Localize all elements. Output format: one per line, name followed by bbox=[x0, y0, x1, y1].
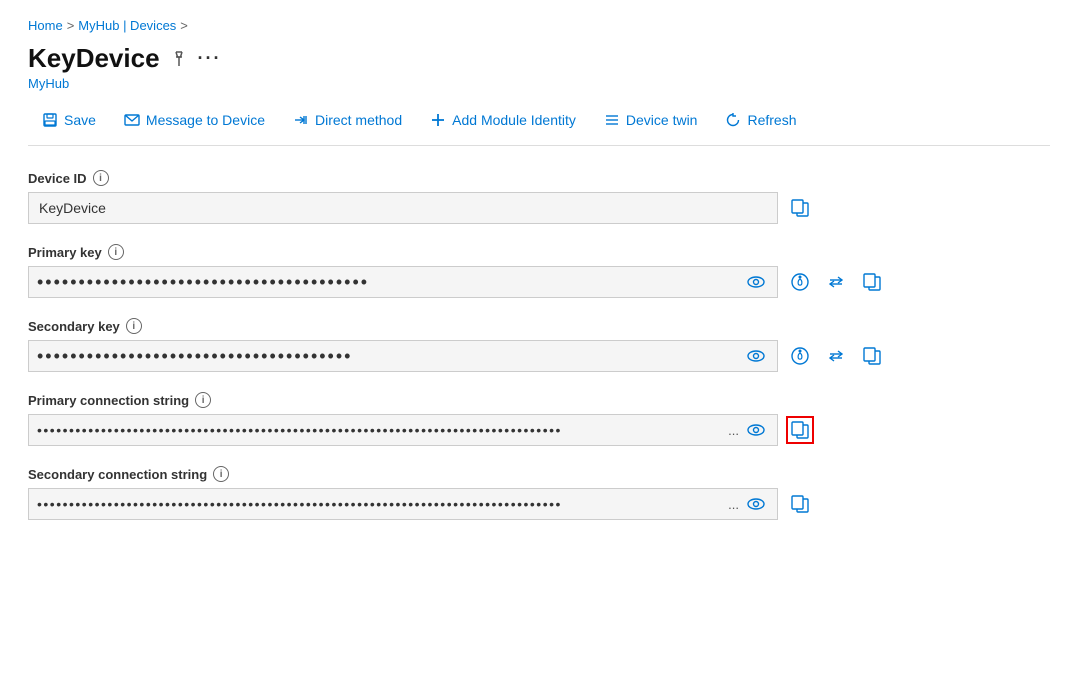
secondary-conn-eye-icon[interactable] bbox=[743, 495, 769, 513]
secondary-conn-row: ••••••••••••••••••••••••••••••••••••••••… bbox=[28, 488, 988, 520]
primary-key-label: Primary key i bbox=[28, 244, 988, 260]
copy-icon bbox=[790, 198, 810, 218]
primary-conn-group: Primary connection string i ••••••••••••… bbox=[28, 392, 988, 446]
primary-conn-label: Primary connection string i bbox=[28, 392, 988, 408]
secondary-conn-label: Secondary connection string i bbox=[28, 466, 988, 482]
secondary-key-group: Secondary key i ••••••••••••••••••••••••… bbox=[28, 318, 988, 372]
secondary-conn-info-icon[interactable]: i bbox=[213, 466, 229, 482]
device-id-label: Device ID i bbox=[28, 170, 988, 186]
primary-conn-info-icon[interactable]: i bbox=[195, 392, 211, 408]
secondary-key-copy-button[interactable] bbox=[858, 342, 886, 370]
primary-key-copy-button[interactable] bbox=[858, 268, 886, 296]
secondary-key-generate-button[interactable] bbox=[786, 342, 814, 370]
primary-key-row: •••••••••••••••••••••••••••••••••••••••• bbox=[28, 266, 988, 298]
generate-icon bbox=[790, 346, 810, 366]
save-button[interactable]: Save bbox=[28, 105, 110, 135]
copy-icon bbox=[790, 494, 810, 514]
refresh-label: Refresh bbox=[747, 112, 796, 128]
secondary-key-dots: •••••••••••••••••••••••••••••••••••••• bbox=[37, 346, 743, 367]
secondary-conn-group: Secondary connection string i ••••••••••… bbox=[28, 466, 988, 520]
primary-key-eye-icon[interactable] bbox=[743, 273, 769, 291]
secondary-key-input: •••••••••••••••••••••••••••••••••••••• bbox=[28, 340, 778, 372]
form-section: Device ID i KeyDevice Primary key i bbox=[28, 170, 988, 520]
page-title-row: KeyDevice ··· bbox=[28, 43, 1050, 74]
page-subtitle: MyHub bbox=[28, 76, 1050, 91]
direct-method-icon bbox=[293, 111, 309, 129]
primary-conn-dots: ••••••••••••••••••••••••••••••••••••••••… bbox=[37, 422, 728, 438]
message-icon bbox=[124, 111, 140, 129]
add-module-button[interactable]: Add Module Identity bbox=[416, 105, 590, 135]
refresh-icon bbox=[725, 111, 741, 129]
breadcrumb-home[interactable]: Home bbox=[28, 18, 63, 33]
swap-icon bbox=[826, 346, 846, 366]
device-id-copy-button[interactable] bbox=[786, 194, 814, 222]
breadcrumb: Home > MyHub | Devices > bbox=[28, 18, 1050, 33]
copy-icon bbox=[862, 272, 882, 292]
breadcrumb-sep1: > bbox=[67, 18, 75, 33]
add-module-label: Add Module Identity bbox=[452, 112, 576, 128]
breadcrumb-hub[interactable]: MyHub | Devices bbox=[78, 18, 176, 33]
primary-conn-ellipsis: ... bbox=[728, 423, 739, 438]
copy-icon bbox=[790, 420, 810, 440]
secondary-key-info-icon[interactable]: i bbox=[126, 318, 142, 334]
page-container: Home > MyHub | Devices > KeyDevice ··· M… bbox=[0, 0, 1078, 568]
secondary-conn-dots: ••••••••••••••••••••••••••••••••••••••••… bbox=[37, 496, 728, 512]
secondary-key-row: •••••••••••••••••••••••••••••••••••••• bbox=[28, 340, 988, 372]
direct-method-button[interactable]: Direct method bbox=[279, 105, 416, 135]
message-button[interactable]: Message to Device bbox=[110, 105, 279, 135]
secondary-key-eye-icon[interactable] bbox=[743, 347, 769, 365]
secondary-key-swap-button[interactable] bbox=[822, 342, 850, 370]
device-id-info-icon[interactable]: i bbox=[93, 170, 109, 186]
primary-key-group: Primary key i ••••••••••••••••••••••••••… bbox=[28, 244, 988, 298]
device-twin-button[interactable]: Device twin bbox=[590, 105, 712, 135]
swap-icon bbox=[826, 272, 846, 292]
primary-key-input: •••••••••••••••••••••••••••••••••••••••• bbox=[28, 266, 778, 298]
direct-method-label: Direct method bbox=[315, 112, 402, 128]
pin-icon[interactable] bbox=[170, 48, 188, 69]
refresh-button[interactable]: Refresh bbox=[711, 105, 810, 135]
primary-key-dots: •••••••••••••••••••••••••••••••••••••••• bbox=[37, 272, 743, 293]
page-title: KeyDevice bbox=[28, 43, 160, 74]
primary-key-info-icon[interactable]: i bbox=[108, 244, 124, 260]
primary-conn-input: ••••••••••••••••••••••••••••••••••••••••… bbox=[28, 414, 778, 446]
breadcrumb-sep2: > bbox=[180, 18, 188, 33]
device-id-input: KeyDevice bbox=[28, 192, 778, 224]
primary-key-generate-button[interactable] bbox=[786, 268, 814, 296]
more-icon[interactable]: ··· bbox=[198, 48, 222, 69]
secondary-conn-copy-button[interactable] bbox=[786, 490, 814, 518]
device-id-row: KeyDevice bbox=[28, 192, 988, 224]
primary-key-swap-button[interactable] bbox=[822, 268, 850, 296]
save-label: Save bbox=[64, 112, 96, 128]
secondary-conn-input: ••••••••••••••••••••••••••••••••••••••••… bbox=[28, 488, 778, 520]
copy-icon bbox=[862, 346, 882, 366]
device-twin-label: Device twin bbox=[626, 112, 698, 128]
primary-conn-eye-icon[interactable] bbox=[743, 421, 769, 439]
message-label: Message to Device bbox=[146, 112, 265, 128]
add-icon bbox=[430, 111, 446, 129]
secondary-conn-ellipsis: ... bbox=[728, 497, 739, 512]
device-twin-icon bbox=[604, 111, 620, 129]
generate-icon bbox=[790, 272, 810, 292]
device-id-group: Device ID i KeyDevice bbox=[28, 170, 988, 224]
save-icon bbox=[42, 111, 58, 129]
primary-conn-copy-button[interactable] bbox=[786, 416, 814, 444]
primary-conn-row: ••••••••••••••••••••••••••••••••••••••••… bbox=[28, 414, 988, 446]
secondary-key-label: Secondary key i bbox=[28, 318, 988, 334]
toolbar: Save Message to Device Direct method bbox=[28, 105, 1050, 146]
